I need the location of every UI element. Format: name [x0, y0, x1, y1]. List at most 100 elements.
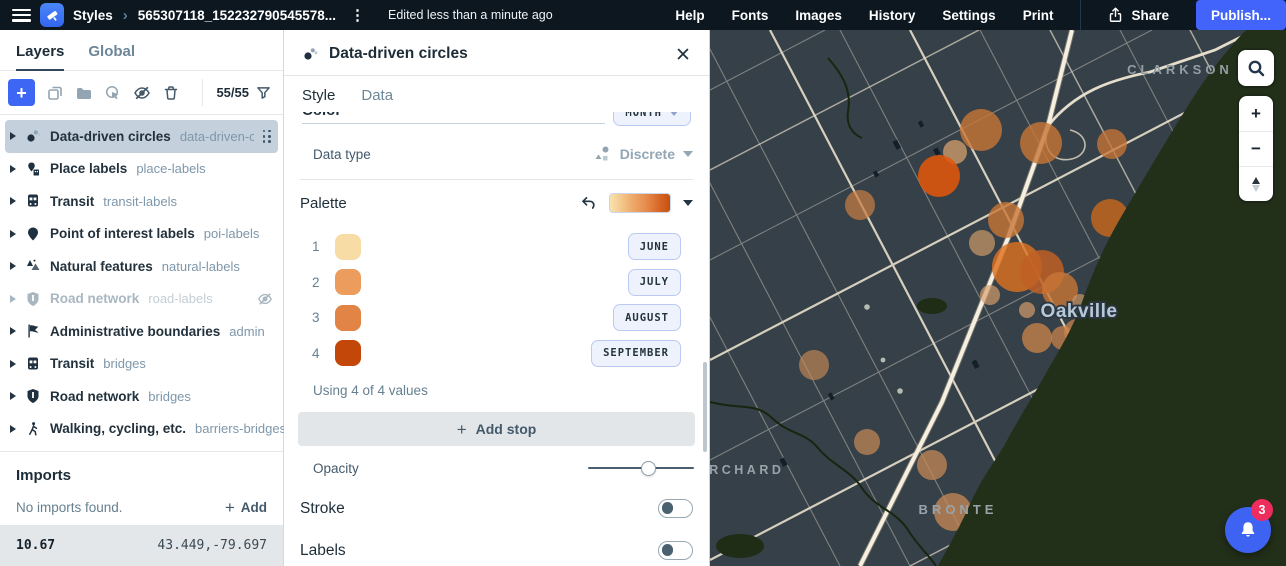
- coordinates: 43.449,-79.697: [157, 538, 267, 553]
- layer-row-transit-labels[interactable]: Transit transit-labels: [0, 185, 283, 218]
- chevron-down-icon: [669, 112, 679, 116]
- stop-color-swatch[interactable]: [335, 340, 361, 367]
- data-circle[interactable]: [960, 109, 1002, 151]
- zoom-in-button[interactable]: +: [1239, 96, 1273, 131]
- map-canvas[interactable]: CLARKSON Oakville ORCHARD BRONTE + − 3: [710, 30, 1286, 566]
- data-circle[interactable]: [988, 202, 1024, 238]
- stop-value-button[interactable]: JUNE: [627, 233, 681, 261]
- nav-help[interactable]: Help: [675, 8, 704, 23]
- layer-row-place-labels[interactable]: Place labels place-labels: [0, 153, 283, 186]
- layer-row-natural-labels[interactable]: Natural features natural-labels: [0, 250, 283, 283]
- duplicate-layer-icon[interactable]: [46, 84, 64, 102]
- hide-layer-icon[interactable]: [133, 84, 151, 102]
- add-stop-button[interactable]: + Add stop: [298, 412, 695, 446]
- layer-row-road-labels[interactable]: Road network road-labels: [0, 283, 283, 316]
- expand-icon[interactable]: [10, 327, 16, 336]
- nav-images[interactable]: Images: [795, 8, 842, 23]
- stop-value-button[interactable]: SEPTEMBER: [591, 339, 681, 367]
- stroke-toggle[interactable]: [658, 499, 693, 518]
- data-circle[interactable]: [854, 429, 880, 455]
- opacity-slider[interactable]: [588, 460, 694, 476]
- data-circle[interactable]: [1022, 323, 1052, 353]
- nav-print[interactable]: Print: [1023, 8, 1054, 23]
- color-field-button[interactable]: MONTH: [613, 112, 691, 126]
- expand-icon[interactable]: [10, 294, 16, 303]
- palette-stop-4: 4 SEPTEMBER: [302, 336, 681, 372]
- nav-fonts[interactable]: Fonts: [732, 8, 769, 23]
- data-circle[interactable]: [918, 155, 960, 197]
- expand-icon[interactable]: [10, 359, 16, 368]
- panel-scrollbar[interactable]: [703, 362, 707, 452]
- layers-sidebar: Layers Global + 55/55 Data-driven circle…: [0, 30, 286, 566]
- expand-icon[interactable]: [10, 197, 16, 206]
- expand-icon[interactable]: [10, 262, 16, 271]
- select-layer-icon[interactable]: [104, 84, 122, 102]
- paint-roller-icon: [46, 10, 57, 21]
- layer-name: Transit: [50, 193, 95, 209]
- expand-icon[interactable]: [10, 164, 16, 173]
- layer-row-poi-labels[interactable]: Point of interest labels poi-labels: [0, 218, 283, 251]
- nav-settings[interactable]: Settings: [942, 8, 995, 23]
- hidden-eye-icon[interactable]: [257, 291, 273, 307]
- data-circle[interactable]: [969, 230, 995, 256]
- data-circle[interactable]: [1097, 129, 1127, 159]
- delete-layer-icon[interactable]: [162, 84, 180, 102]
- menu-icon[interactable]: [12, 8, 31, 22]
- data-circle[interactable]: [845, 190, 875, 220]
- data-circle[interactable]: [917, 450, 947, 480]
- panel-title: Data-driven circles: [329, 45, 468, 62]
- stop-value-button[interactable]: JULY: [627, 268, 681, 296]
- add-layer-button[interactable]: +: [8, 79, 35, 106]
- expand-icon[interactable]: [10, 392, 16, 401]
- layer-row-road-bridges[interactable]: Road network bridges: [0, 380, 283, 413]
- tab-global[interactable]: Global: [88, 43, 135, 70]
- slider-thumb[interactable]: [641, 460, 656, 476]
- tab-style[interactable]: Style: [302, 87, 335, 104]
- notifications-button[interactable]: 3: [1225, 499, 1273, 553]
- palette-row: Palette: [284, 193, 709, 213]
- zoom-out-button[interactable]: −: [1239, 131, 1273, 166]
- expand-icon[interactable]: [10, 229, 16, 238]
- close-icon[interactable]: [675, 46, 691, 62]
- stop-value-button[interactable]: AUGUST: [613, 304, 681, 332]
- data-circle[interactable]: [980, 285, 1000, 305]
- mapbox-studio-logo[interactable]: [40, 3, 64, 27]
- breadcrumb-styles[interactable]: Styles: [73, 8, 113, 23]
- group-layers-icon[interactable]: [75, 84, 93, 102]
- color-section-label: Color: [302, 112, 341, 119]
- style-options-icon[interactable]: ⋮: [345, 6, 371, 24]
- compass-button[interactable]: [1239, 166, 1273, 201]
- share-button[interactable]: Share: [1108, 7, 1169, 23]
- layer-row-data-driven-circles[interactable]: Data-driven circles data-driven-circles: [5, 120, 278, 153]
- data-type-select[interactable]: Discrete: [594, 145, 693, 163]
- layer-id: admin: [229, 323, 265, 339]
- drag-handle-icon[interactable]: [262, 129, 272, 143]
- stop-color-swatch[interactable]: [335, 233, 361, 260]
- publish-button[interactable]: Publish...: [1195, 0, 1286, 30]
- layer-row-barriers-bridges[interactable]: Walking, cycling, etc. barriers-bridges: [0, 413, 286, 446]
- layer-filter-counter[interactable]: 55/55: [202, 79, 271, 106]
- share-icon: [1110, 7, 1122, 22]
- chevron-down-icon[interactable]: [683, 200, 693, 206]
- mapbox-studio-app: Styles › 565307118_152232790545578... ⋮ …: [0, 0, 1286, 566]
- data-circle[interactable]: [1020, 122, 1062, 164]
- nav-history[interactable]: History: [869, 8, 916, 23]
- map-search-button[interactable]: [1238, 50, 1274, 86]
- data-circle[interactable]: [1019, 302, 1035, 318]
- layer-row-transit-bridges[interactable]: Transit bridges: [0, 348, 283, 381]
- undo-icon[interactable]: [580, 195, 597, 212]
- palette-gradient-swatch[interactable]: [609, 193, 671, 213]
- expand-icon[interactable]: [10, 424, 16, 433]
- palette-label: Palette: [300, 194, 347, 212]
- labels-toggle[interactable]: [658, 541, 693, 560]
- layer-row-admin[interactable]: Administrative boundaries admin: [0, 315, 283, 348]
- style-title: 565307118_152232790545578...: [137, 7, 336, 23]
- imports-empty-text: No imports found.: [16, 500, 123, 515]
- expand-icon[interactable]: [10, 132, 16, 141]
- stop-color-swatch[interactable]: [335, 269, 361, 296]
- add-import-button[interactable]: + Add: [225, 499, 267, 516]
- data-circle[interactable]: [799, 350, 829, 380]
- tab-layers[interactable]: Layers: [16, 43, 65, 71]
- tab-data[interactable]: Data: [361, 87, 393, 104]
- stop-color-swatch[interactable]: [335, 304, 361, 331]
